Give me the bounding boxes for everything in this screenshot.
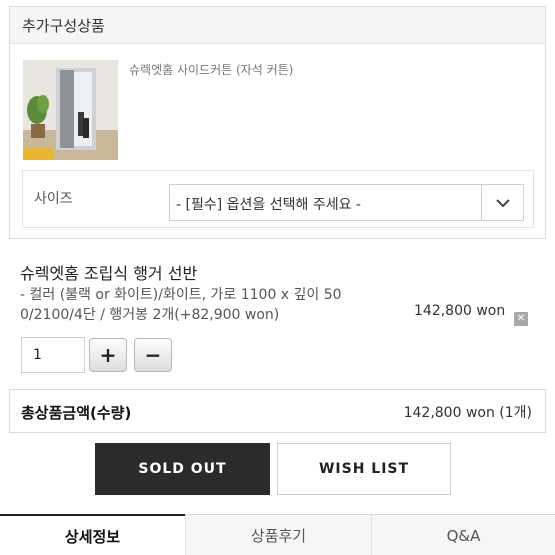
tab-qna[interactable]: Q&A [371,515,555,555]
addon-thumbnail[interactable] [23,60,118,160]
size-option-row: 사이즈 - [필수] 옵션을 선택해 주세요 - [22,170,534,228]
quantity-decrease-button[interactable]: − [134,338,172,372]
size-label: 사이즈 [34,191,73,207]
size-select[interactable]: - [필수] 옵션을 선택해 주세요 - [169,184,524,221]
addon-product-name[interactable]: 슈렉엣홈 사이드커튼 (자석 커튼) [129,61,293,78]
selected-product-option: - 컬러 (불랙 or 화이트)/화이트, 가로 1100 x 깊이 50 [20,287,342,303]
tab-reviews[interactable]: 상품후기 [185,515,371,555]
selected-product-price: 142,800 won [414,303,506,319]
total-price-box: 총상품금액(수량) 142,800 won (1개) [9,389,546,433]
quantity-increase-button[interactable]: + [89,338,127,372]
product-tabs: 상세정보 상품후기 Q&A [0,514,555,555]
tab-details[interactable]: 상세정보 [0,514,185,555]
quantity-input[interactable] [21,337,85,373]
size-select-value: - [필수] 옵션을 선택해 주세요 - [176,197,361,213]
addon-section: 추가구성상품 슈렉엣홈 사이드커튼 (자석 커튼) 사이즈 - [필수] 옵션을… [9,6,546,239]
selected-product-option-cont: 0/2100/4단 / 행거봉 2개(+82,900 won) [20,307,280,323]
total-value: 142,800 won (1개) [403,405,532,421]
chevron-down-icon[interactable] [481,185,523,220]
selected-product-title: 슈렉엣홈 조립식 행거 선반 [20,264,198,283]
addon-header: 추가구성상품 [10,7,545,44]
product-photo-icon [23,60,118,160]
close-icon[interactable]: ✕ [514,312,528,326]
sold-out-button[interactable]: SOLD OUT [95,443,270,495]
wish-list-button[interactable]: WISH LIST [277,443,451,495]
total-label: 총상품금액(수량) [21,404,132,422]
